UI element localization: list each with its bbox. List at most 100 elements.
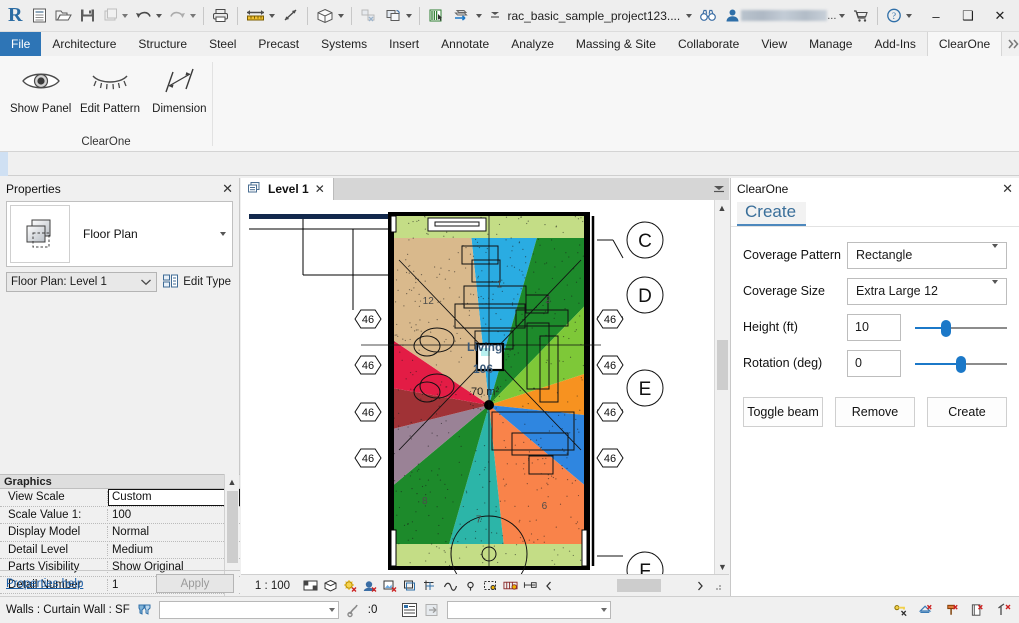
type-selector-dropdown-icon[interactable] (210, 232, 232, 236)
select-underlay-icon[interactable] (996, 602, 1013, 619)
view-hscroll-thumb[interactable] (617, 579, 662, 592)
default-3d-view-icon[interactable] (312, 3, 347, 29)
view-tab-level-1[interactable]: Level 1 ✕ (241, 178, 334, 200)
select-links-icon[interactable] (970, 602, 987, 619)
warnings-icon[interactable] (345, 602, 362, 619)
close-hidden-windows-icon[interactable] (356, 3, 381, 29)
export-icon[interactable] (424, 602, 441, 619)
temporary-view-properties-icon[interactable] (503, 578, 518, 593)
remove-button[interactable]: Remove (835, 397, 915, 427)
ribbon-tab-structure[interactable]: Structure (127, 32, 198, 56)
property-value[interactable]: Medium (108, 544, 240, 556)
rotation-input[interactable]: 0 (847, 349, 901, 377)
user-account-icon[interactable]: ... (721, 3, 848, 29)
open-icon[interactable] (51, 3, 76, 29)
autodesk-app-store-icon[interactable] (848, 3, 873, 29)
apply-button[interactable]: Apply (156, 574, 234, 593)
ribbon-tab-manage[interactable]: Manage (798, 32, 863, 56)
rotation-slider-knob[interactable] (956, 355, 966, 373)
revit-logo-icon[interactable]: R (4, 4, 28, 27)
ribbon-tab-view[interactable]: View (750, 32, 798, 56)
height-slider[interactable] (915, 314, 1007, 341)
reveal-hidden-elements-icon[interactable] (483, 578, 498, 593)
view-scroll-down-icon[interactable]: ▼ (715, 559, 730, 574)
view-horizontal-scrollbar[interactable] (565, 579, 689, 592)
schedule-icon[interactable] (401, 602, 418, 619)
sync-with-central-icon[interactable] (449, 3, 485, 29)
detail-level-icon[interactable] (303, 578, 318, 593)
properties-help-link[interactable]: Properties help (6, 578, 83, 590)
ribbon-tab-architecture[interactable]: Architecture (41, 32, 127, 56)
view-tab-close-icon[interactable]: ✕ (315, 182, 325, 196)
maximize-button[interactable]: ❑ (953, 3, 983, 29)
view-vertical-scrollbar[interactable]: ▲ ▼ (714, 200, 729, 574)
type-selector[interactable]: Floor Plan (6, 201, 233, 267)
dimension-button[interactable]: Dimension (147, 62, 212, 115)
edit-type-button[interactable]: Edit Type (162, 273, 233, 292)
new-project-icon[interactable] (28, 3, 51, 29)
create-button[interactable]: Create (927, 397, 1007, 427)
constraints-icon[interactable] (523, 578, 538, 593)
rotation-slider[interactable] (915, 350, 1007, 377)
property-row[interactable]: Display Model Normal (0, 524, 240, 542)
save-icon[interactable] (76, 3, 99, 29)
project-title-dropdown-icon[interactable] (680, 3, 695, 29)
properties-scroll-up-icon[interactable]: ▲ (225, 474, 239, 489)
switch-windows-icon[interactable] (381, 3, 415, 29)
property-row[interactable]: Detail Level Medium (0, 541, 240, 559)
ribbon-tab-steel[interactable]: Steel (198, 32, 247, 56)
property-row[interactable]: View Scale Custom (0, 488, 240, 507)
undo-icon[interactable] (131, 3, 165, 29)
height-slider-knob[interactable] (941, 319, 952, 337)
property-value[interactable]: Normal (108, 526, 240, 538)
model-filter-icon[interactable] (136, 602, 153, 619)
view-type-combo[interactable]: Floor Plan: Level 1 (6, 272, 158, 292)
show-panel-button[interactable]: Show Panel (8, 62, 73, 115)
crop-region-icon[interactable] (423, 578, 438, 593)
property-row[interactable]: Scale Value 1: 100 (0, 506, 240, 524)
render-dialog-icon[interactable] (383, 578, 398, 593)
minimize-button[interactable]: – (921, 3, 951, 29)
search-binoculars-icon[interactable] (695, 3, 721, 29)
view-scale-label[interactable]: 1 : 100 (247, 580, 298, 592)
ribbon-tab-precast[interactable]: Precast (247, 32, 310, 56)
edit-pattern-button[interactable]: Edit Pattern (77, 62, 142, 115)
ribbon-tab-file[interactable]: File (0, 32, 42, 56)
aligned-dimension-icon[interactable] (278, 3, 303, 29)
toggle-beam-button[interactable]: Toggle beam (743, 397, 823, 427)
redo-icon[interactable] (165, 3, 199, 29)
floor-plan-canvas[interactable]: CDEF 46 46 46 46 46 46 46 46 1 2 6 7 8 12 Living 106… (241, 200, 714, 574)
save-as-icon[interactable] (99, 3, 131, 29)
coverage-pattern-select[interactable]: Rectangle (847, 241, 1007, 269)
resize-grip-icon[interactable] (711, 578, 723, 593)
view-scroll-right-icon[interactable] (693, 578, 705, 593)
ribbon-tab-collaborate[interactable]: Collaborate (667, 32, 750, 56)
view-scroll-up-icon[interactable]: ▲ (715, 200, 729, 215)
print-icon[interactable] (208, 3, 233, 29)
properties-scroll-thumb[interactable] (227, 491, 238, 563)
ribbon-tab-insert[interactable]: Insert (378, 32, 430, 56)
ribbon-overflow-icon[interactable] (1002, 32, 1019, 56)
view-scroll-thumb[interactable] (717, 340, 728, 390)
measure-icon[interactable] (242, 3, 278, 29)
thin-lines-icon[interactable] (424, 3, 449, 29)
dock-tab-create[interactable]: Create (737, 202, 807, 226)
help-icon[interactable]: ? (882, 3, 915, 29)
close-button[interactable]: ✕ (985, 3, 1015, 29)
exclude-options-icon[interactable] (918, 602, 935, 619)
ribbon-tab-analyze[interactable]: Analyze (500, 32, 565, 56)
property-value[interactable]: 100 (108, 509, 240, 521)
height-input[interactable]: 10 (847, 313, 901, 341)
properties-close-icon[interactable]: ✕ (222, 181, 233, 197)
coverage-size-select[interactable]: Extra Large 12 (847, 277, 1007, 305)
view-control-expand-icon[interactable] (543, 578, 555, 593)
dock-close-icon[interactable]: ✕ (1002, 181, 1013, 197)
property-value[interactable]: Custom (108, 488, 240, 506)
ribbon-tab-systems[interactable]: Systems (310, 32, 378, 56)
customize-qat-icon[interactable] (485, 3, 505, 29)
worksets-combo[interactable] (447, 601, 612, 619)
analytical-model-icon[interactable] (443, 578, 458, 593)
shadows-icon[interactable] (363, 578, 378, 593)
ribbon-tab-clearone[interactable]: ClearOne (926, 32, 1003, 56)
crop-view-icon[interactable] (403, 578, 418, 593)
